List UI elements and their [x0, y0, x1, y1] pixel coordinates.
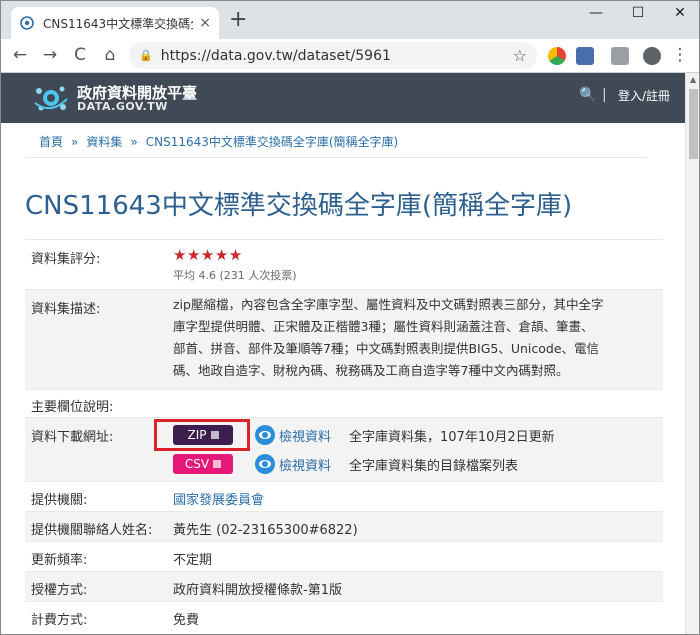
browser-window: CNS11643中文標準交換碼全字庫 × + — ☐ ✕ ← → C ⌂ 🔒 h… [0, 0, 700, 635]
page-scrollbar[interactable]: ▲ [685, 73, 699, 634]
header-separator: | [602, 87, 607, 103]
divider [27, 157, 647, 158]
menu-icon[interactable]: ⋮ [669, 45, 691, 65]
address-bar[interactable]: 🔒 https://data.gov.tw/dataset/5961 ☆ [129, 42, 537, 69]
breadcrumb-home[interactable]: 首頁 [39, 135, 63, 149]
window-close-button[interactable]: ✕ [665, 5, 695, 21]
eye-icon[interactable] [255, 425, 275, 445]
brand-domain: DATA.GOV.TW [77, 100, 168, 113]
description-label: 資料集描述: [31, 302, 101, 317]
breadcrumb: 首頁 » 資料集 » CNS11643中文標準交換碼全字庫(簡稱全字庫) [39, 133, 398, 150]
license-row: 授權方式: 政府資料開放授權條款-第1版 [25, 571, 663, 601]
bookmark-star-icon[interactable]: ☆ [513, 46, 527, 65]
main-content: 首頁 » 資料集 » CNS11643中文標準交換碼全字庫(簡稱全字庫) CNS1164… [1, 123, 685, 634]
zip-highlight-box [154, 419, 250, 451]
breadcrumb-current[interactable]: CNS11643中文標準交換碼全字庫(簡稱全字庫) [146, 135, 399, 149]
rating-row: 資料集評分: ★★★★★ 平均 4.6 (231 人次投票) [25, 239, 663, 289]
browser-tab[interactable]: CNS11643中文標準交換碼全字庫 × [11, 7, 219, 39]
view-data-link[interactable]: 檢視資料 [279, 455, 331, 474]
frequency-label: 更新頻率: [31, 553, 88, 568]
download-row: 資料下載網址: ZIP 檢視資料 全字庫資料集，107年10月2日更新 CSV … [25, 417, 663, 481]
page-title: CNS11643中文標準交換碼全字庫(簡稱全字庫) [25, 191, 573, 221]
dataset-details-table: 資料集評分: ★★★★★ 平均 4.6 (231 人次投票) 資料集描述: zi… [25, 239, 663, 631]
fee-value: 免費 [173, 613, 200, 628]
description-line: 部首、拼音、部件及筆順等7種；中文碼對照表則提供BIG5、Unicode、電信 [173, 341, 600, 356]
provider-row: 提供機關: 國家發展委員會 [25, 481, 663, 511]
site-header: 政府資料開放平臺 DATA.GOV.TW 🔍 | 登入/註冊 [1, 73, 685, 123]
browser-toolbar: ← → C ⌂ 🔒 https://data.gov.tw/dataset/59… [1, 39, 699, 73]
license-label: 授權方式: [31, 583, 88, 598]
minimize-button[interactable]: — [581, 5, 611, 21]
csv-download-button[interactable]: CSV [173, 454, 233, 474]
extension-cast-icon[interactable] [611, 47, 629, 65]
lock-icon: 🔒 [139, 49, 153, 62]
description-row: 資料集描述: zip壓縮檔，內容包含全字庫字型、屬性資料及中文碼對照表三部分，其… [25, 289, 663, 389]
contact-value: 黃先生 (02-23165300#6822) [173, 523, 358, 538]
scroll-up-icon[interactable]: ▲ [690, 75, 696, 84]
rating-value: ★★★★★ 平均 4.6 (231 人次投票) [173, 246, 657, 283]
breadcrumb-separator: » [71, 135, 79, 149]
frequency-value: 不定期 [173, 553, 213, 568]
provider-link[interactable]: 國家發展委員會 [173, 489, 657, 508]
scroll-thumb[interactable] [689, 89, 698, 159]
license-value: 政府資料開放授權條款-第1版 [173, 583, 342, 598]
download-label: 資料下載網址: [31, 430, 114, 445]
tab-title: CNS11643中文標準交換碼全字庫 [43, 16, 193, 31]
main-columns-row: 主要欄位說明: [25, 389, 663, 417]
extension-screen-icon[interactable] [576, 47, 594, 65]
maximize-button[interactable]: ☐ [623, 5, 653, 21]
description-line: 碼、地政自造字、財稅內碼、稅務碼及工商自造字等7種中文內碼對照。 [173, 363, 569, 378]
frequency-row: 更新頻率: 不定期 [25, 541, 663, 571]
site-favicon-icon [20, 16, 34, 30]
fee-label: 計費方式: [31, 613, 88, 628]
extension-chrome-icon[interactable] [548, 47, 566, 65]
csv-description: 全字庫資料集的目錄檔案列表 [349, 458, 519, 474]
contact-label: 提供機關聯絡人姓名: [31, 523, 153, 538]
eye-icon[interactable] [255, 454, 275, 474]
tab-close-icon[interactable]: × [199, 15, 211, 31]
url-text[interactable]: https://data.gov.tw/dataset/5961 [161, 48, 513, 64]
tab-strip: CNS11643中文標準交換碼全字庫 × + — ☐ ✕ [1, 1, 699, 39]
description-line: zip壓縮檔，內容包含全字庫字型、屬性資料及中文碼對照表三部分，其中全字 [173, 297, 604, 312]
csv-button-label: CSV [184, 457, 210, 471]
main-columns-label: 主要欄位說明: [31, 400, 114, 415]
profile-avatar[interactable] [643, 47, 661, 65]
breadcrumb-datasets[interactable]: 資料集 [86, 135, 122, 149]
external-link-icon [213, 460, 222, 468]
new-tab-button[interactable]: + [229, 9, 247, 31]
description-line: 庫字型提供明體、正宋體及正楷體3種；屬性資料則涵蓋注音、倉頡、筆畫、 [173, 319, 594, 334]
rating-summary: 平均 4.6 (231 人次投票) [173, 269, 297, 282]
reload-button[interactable]: C [69, 45, 91, 65]
forward-button[interactable]: → [39, 45, 61, 65]
rating-stars[interactable]: ★★★★★ [173, 246, 657, 264]
rating-label: 資料集評分: [31, 252, 101, 267]
login-link[interactable]: 登入/註冊 [618, 87, 670, 104]
view-data-link[interactable]: 檢視資料 [279, 426, 331, 445]
description-text: zip壓縮檔，內容包含全字庫字型、屬性資料及中文碼對照表三部分，其中全字 庫字型… [173, 294, 657, 382]
search-icon[interactable]: 🔍 [579, 87, 596, 103]
contact-row: 提供機關聯絡人姓名: 黃先生 (02-23165300#6822) [25, 511, 663, 541]
site-logo-icon[interactable] [33, 81, 69, 115]
breadcrumb-separator: » [130, 135, 138, 149]
fee-row: 計費方式: 免費 [25, 601, 663, 631]
zip-description: 全字庫資料集，107年10月2日更新 [349, 429, 555, 445]
download-item-csv: CSV 檢視資料 全字庫資料集的目錄檔案列表 [173, 454, 518, 474]
back-button[interactable]: ← [9, 45, 31, 65]
home-button[interactable]: ⌂ [99, 45, 121, 65]
provider-label: 提供機關: [31, 493, 88, 508]
